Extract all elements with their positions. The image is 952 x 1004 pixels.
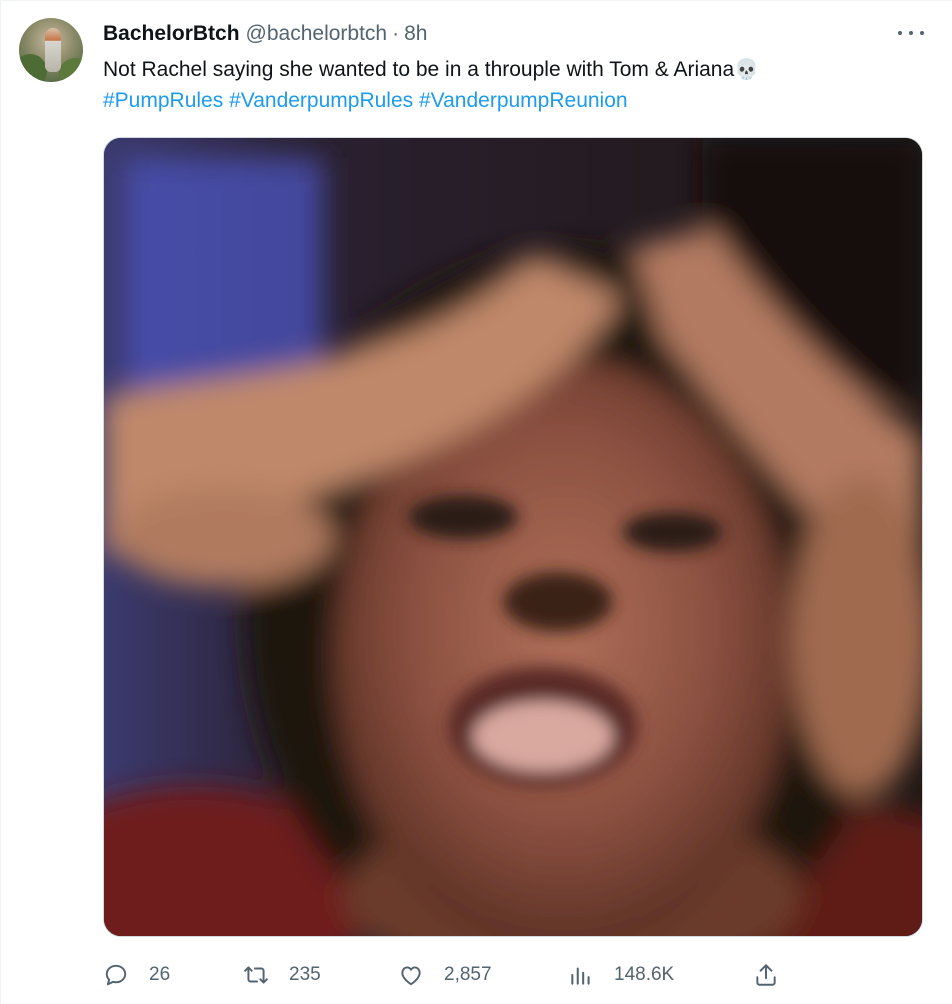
more-dot <box>909 31 913 35</box>
reply-button[interactable]: 26 <box>103 955 170 995</box>
user-handle[interactable]: @bachelorbtch <box>246 20 388 48</box>
photo-blue-light <box>123 157 324 388</box>
tweet-media-image[interactable] <box>103 137 923 937</box>
photo-right-eye <box>622 512 723 552</box>
tweet-text-line-1: Not Rachel saying she wanted to be in a … <box>103 54 923 85</box>
more-icon[interactable] <box>898 23 924 43</box>
avatar-figure <box>45 28 61 72</box>
retweet-button[interactable]: 235 <box>243 955 321 995</box>
hashtag-link[interactable]: #VanderpumpRules <box>229 89 413 112</box>
views-icon <box>571 967 590 985</box>
tweet-hashtags: #PumpRules #VanderpumpRules #VanderpumpR… <box>103 85 923 116</box>
avatar-bush-left <box>19 54 47 82</box>
photo-teeth <box>473 701 613 772</box>
more-dot <box>920 31 924 35</box>
tweet-time[interactable]: 8h <box>404 20 427 48</box>
like-count: 2,857 <box>444 964 492 985</box>
heart-icon <box>401 966 421 986</box>
views-count: 148.6K <box>614 964 675 985</box>
photo-left-hand <box>113 487 334 587</box>
like-button[interactable]: 2,857 <box>398 955 492 995</box>
share-icon <box>756 964 776 986</box>
tweet-header: BachelorBtch @bachelorbtch · 8h <box>103 20 427 48</box>
more-dot <box>898 31 902 35</box>
retweet-count: 235 <box>289 964 321 985</box>
tweet-card[interactable]: BachelorBtch @bachelorbtch · 8h Not Rach… <box>0 0 952 1004</box>
avatar-bush-right <box>59 58 83 82</box>
photo-nose <box>503 571 613 632</box>
share-button[interactable] <box>753 955 779 995</box>
separator-dot: · <box>392 22 400 45</box>
hashtag-link[interactable]: #PumpRules <box>103 89 223 112</box>
tweet-actions: 26 235 2,857 148.6K <box>103 955 803 995</box>
display-name[interactable]: BachelorBtch <box>103 20 240 48</box>
retweet-icon <box>244 966 268 984</box>
views-button[interactable]: 148.6K <box>568 955 674 995</box>
tweet-body: Not Rachel saying she wanted to be in a … <box>103 58 735 81</box>
hashtag-link[interactable]: #VanderpumpReunion <box>419 89 628 112</box>
media-photo <box>104 138 922 936</box>
tweet-text: Not Rachel saying she wanted to be in a … <box>103 54 923 116</box>
reply-icon <box>105 964 127 986</box>
reply-count: 26 <box>149 964 171 985</box>
photo-left-eye <box>408 495 518 539</box>
skull-emoji: 💀 <box>734 57 760 81</box>
avatar[interactable] <box>19 18 83 82</box>
